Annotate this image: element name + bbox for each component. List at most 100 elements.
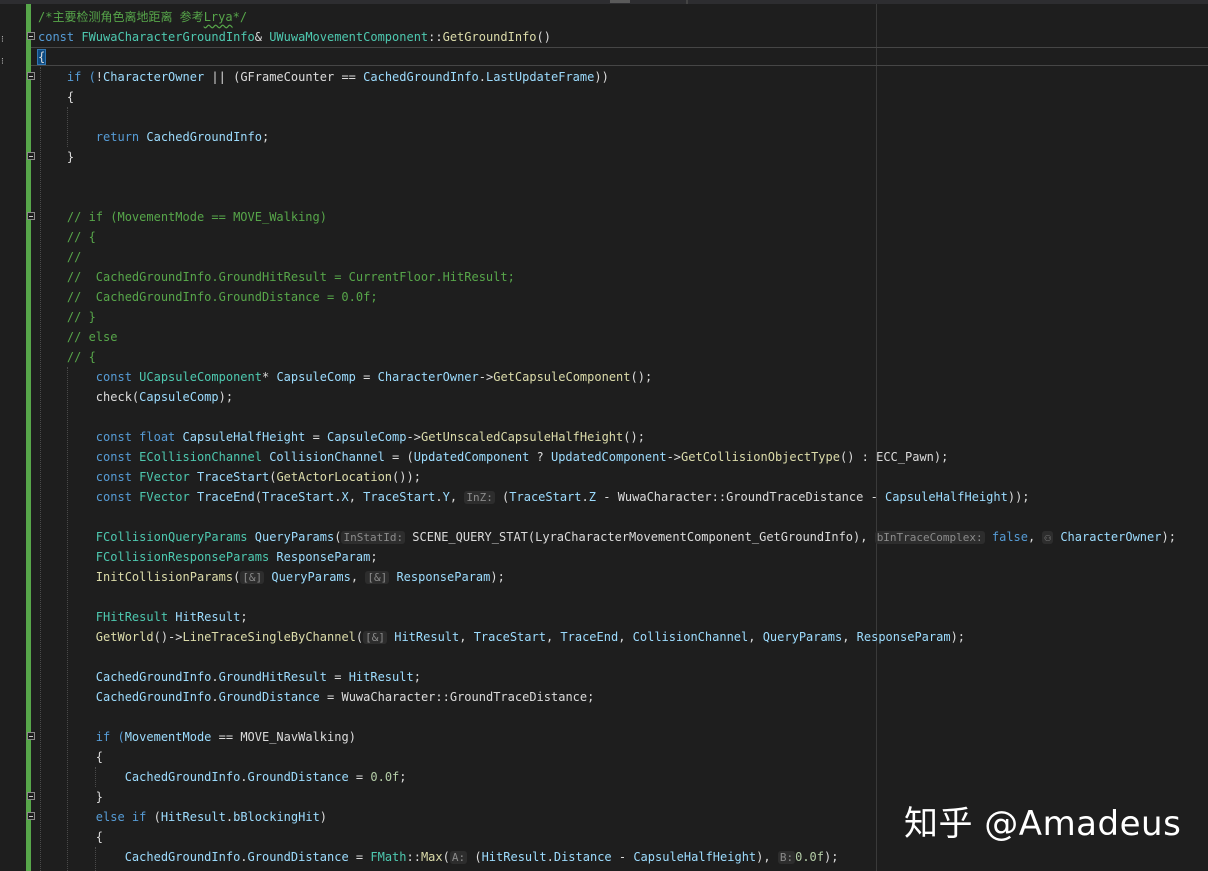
code-token: CapsuleHalfHeight	[182, 430, 306, 444]
code-token: const	[38, 370, 140, 384]
code-token: ))	[594, 70, 609, 84]
code-token: check	[38, 390, 132, 404]
code-token: !	[95, 70, 104, 84]
code-token: &	[254, 30, 270, 44]
code-token: QueryParams	[762, 630, 843, 644]
code-token: MovementMode	[124, 730, 212, 744]
code-line[interactable]: CachedGroundInfo.GroundDistance = FMath:…	[38, 847, 1176, 867]
code-line[interactable]: InitCollisionParams([&] QueryParams, [&]…	[38, 567, 1176, 587]
code-line[interactable]: return CachedGroundInfo;	[38, 127, 1176, 147]
editor-gutter[interactable]: ⁝ ⁝	[0, 4, 26, 871]
scrollbar-marker	[686, 0, 688, 4]
code-token: *	[261, 370, 277, 384]
code-token: UpdatedComponent	[413, 450, 530, 464]
code-line[interactable]: // else	[38, 327, 1176, 347]
code-line[interactable]	[38, 107, 1176, 127]
inlay-hint: ⚇	[1042, 531, 1054, 544]
code-line[interactable]: {	[36, 47, 1176, 67]
code-token: {	[38, 750, 104, 764]
code-line[interactable]: //	[38, 247, 1176, 267]
code-line[interactable]: const FWuwaCharacterGroundInfo& UWuwaMov…	[38, 27, 1176, 47]
code-line[interactable]: FCollisionResponseParams ResponseParam;	[38, 547, 1176, 567]
scrollbar-thumb[interactable]	[610, 0, 630, 3]
code-line[interactable]	[38, 167, 1176, 187]
fold-end-icon[interactable]	[27, 792, 35, 800]
code-line[interactable]	[38, 507, 1176, 527]
code-line[interactable]	[38, 407, 1176, 427]
code-line[interactable]: FCollisionQueryParams QueryParams(InStat…	[38, 527, 1176, 547]
code-token: Y	[442, 490, 450, 504]
code-token: ()->	[153, 630, 183, 644]
code-line[interactable]: check(CapsuleComp);	[38, 387, 1176, 407]
code-line[interactable]: CachedGroundInfo.GroundDistance = WuwaCh…	[38, 687, 1176, 707]
code-text-area[interactable]: /*主要检测角色离地距离 参考Lrya*/const FWuwaCharacte…	[36, 7, 1176, 867]
code-line[interactable]: CachedGroundInfo.GroundHitResult = HitRe…	[38, 667, 1176, 687]
code-token: .	[581, 490, 589, 504]
code-line[interactable]: // {	[38, 347, 1176, 367]
code-token: TraceStart	[509, 490, 582, 504]
fold-toggle-icon[interactable]	[27, 32, 35, 40]
code-editor[interactable]: ⁝ ⁝ /*主要检测角色离地距离 参考Lrya*/const FWuwaChar…	[0, 0, 1208, 871]
code-line[interactable]: GetWorld()->LineTraceSingleByChannel([&]…	[38, 627, 1176, 647]
change-tracking-bar	[26, 4, 31, 871]
code-token: const	[38, 490, 140, 504]
code-token: );	[950, 630, 966, 644]
code-token: CapsuleComp	[139, 390, 219, 404]
code-token: CapsuleComp	[327, 430, 407, 444]
code-token: // if (MovementMode == MOVE_Walking)	[38, 210, 327, 224]
code-line[interactable]	[38, 187, 1176, 207]
code-line[interactable]: const FVector TraceEnd(TraceStart.X, Tra…	[38, 487, 1176, 507]
code-line[interactable]	[38, 647, 1176, 667]
code-line[interactable]: // CachedGroundInfo.GroundDistance = 0.0…	[38, 287, 1176, 307]
code-token: ;	[587, 690, 595, 704]
fold-toggle-icon[interactable]	[27, 812, 35, 820]
code-line[interactable]	[38, 707, 1176, 727]
code-line[interactable]: /*主要检测角色离地距离 参考Lrya*/	[38, 7, 1176, 27]
code-token: );	[1161, 530, 1176, 544]
code-token: CachedGroundInfo	[38, 770, 241, 784]
code-token: ;	[261, 130, 270, 144]
code-line[interactable]: // }	[38, 307, 1176, 327]
code-token: .	[240, 770, 248, 784]
code-line[interactable]: if (MovementMode == MOVE_NavWalking)	[38, 727, 1176, 747]
fold-end-icon[interactable]	[27, 152, 35, 160]
code-line[interactable]: }	[38, 147, 1176, 167]
code-token: ResponseParam	[856, 630, 951, 644]
code-line[interactable]: CachedGroundInfo.GroundDistance = 0.0f;	[38, 767, 1176, 787]
code-token: GroundHitResult	[218, 670, 327, 684]
code-token: CachedGroundInfo	[146, 130, 262, 144]
code-token: ,	[842, 630, 857, 644]
watermark: 知乎 @Amadeus	[904, 804, 1182, 844]
horizontal-scrollbar[interactable]	[0, 0, 1208, 4]
code-token: FHitResult	[38, 610, 176, 624]
code-token: );	[933, 450, 949, 464]
fold-toggle-icon[interactable]	[27, 72, 35, 80]
fold-toggle-icon[interactable]	[27, 732, 35, 740]
inlay-hint: InStatId:	[341, 531, 406, 544]
code-line[interactable]	[38, 587, 1176, 607]
code-line[interactable]: // CachedGroundInfo.GroundHitResult = Cu…	[38, 267, 1176, 287]
code-token: -	[863, 490, 886, 504]
code-token: )	[348, 730, 356, 744]
code-line[interactable]: const FVector TraceStart(GetActorLocatio…	[38, 467, 1176, 487]
code-token: // else	[38, 330, 118, 344]
code-token: GetCapsuleComponent	[493, 370, 631, 384]
code-token: TraceStart	[261, 490, 335, 504]
code-line[interactable]: const UCapsuleComponent* CapsuleComp = C…	[38, 367, 1176, 387]
code-line[interactable]: const float CapsuleHalfHeight = CapsuleC…	[38, 427, 1176, 447]
code-token: ());	[392, 470, 421, 484]
code-line[interactable]: {	[38, 87, 1176, 107]
fold-toggle-icon[interactable]	[27, 212, 35, 220]
code-token: */	[232, 10, 248, 24]
code-line[interactable]: FHitResult HitResult;	[38, 607, 1176, 627]
code-token: ::	[711, 490, 727, 504]
code-line[interactable]: {	[38, 747, 1176, 767]
code-line[interactable]: const ECollisionChannel CollisionChannel…	[38, 447, 1176, 467]
code-line[interactable]: // {	[38, 227, 1176, 247]
code-token: if (	[38, 730, 125, 744]
code-token: {	[38, 90, 75, 104]
code-token: TraceStart	[363, 490, 436, 504]
code-token: CollisionChannel	[269, 450, 385, 464]
code-line[interactable]: if (!CharacterOwner || (GFrameCounter ==…	[38, 67, 1176, 87]
code-line[interactable]: // if (MovementMode == MOVE_Walking)	[38, 207, 1176, 227]
